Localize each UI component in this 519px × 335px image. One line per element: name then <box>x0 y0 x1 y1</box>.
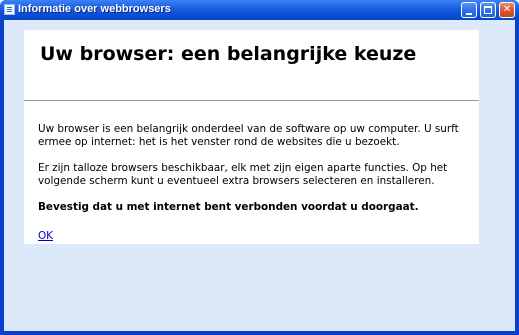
connection-notice: Bevestig dat u met internet bent verbond… <box>38 201 419 213</box>
title-bar[interactable]: Informatie over webbrowsers ✕ <box>0 0 519 20</box>
app-window-icon <box>4 4 15 15</box>
maximize-button[interactable] <box>480 2 496 18</box>
browsers-paragraph: Er zijn talloze browsers beschikbaar, el… <box>38 162 448 187</box>
intro-paragraph: Uw browser is een belangrijk onderdeel v… <box>38 123 459 148</box>
dialog-client-area: Uw browser: een belangrijke keuze Uw bro… <box>4 20 515 331</box>
dialog-window: Informatie over webbrowsers ✕ Uw browser… <box>0 0 519 335</box>
page-title: Uw browser: een belangrijke keuze <box>40 43 417 65</box>
ok-link[interactable]: OK <box>38 230 53 242</box>
info-panel: Uw browser: een belangrijke keuze Uw bro… <box>24 30 479 244</box>
divider <box>24 100 479 101</box>
close-button[interactable]: ✕ <box>499 2 515 18</box>
window-title: Informatie over webbrowsers <box>18 3 171 15</box>
minimize-button[interactable] <box>461 2 477 18</box>
close-icon: ✕ <box>502 4 512 15</box>
